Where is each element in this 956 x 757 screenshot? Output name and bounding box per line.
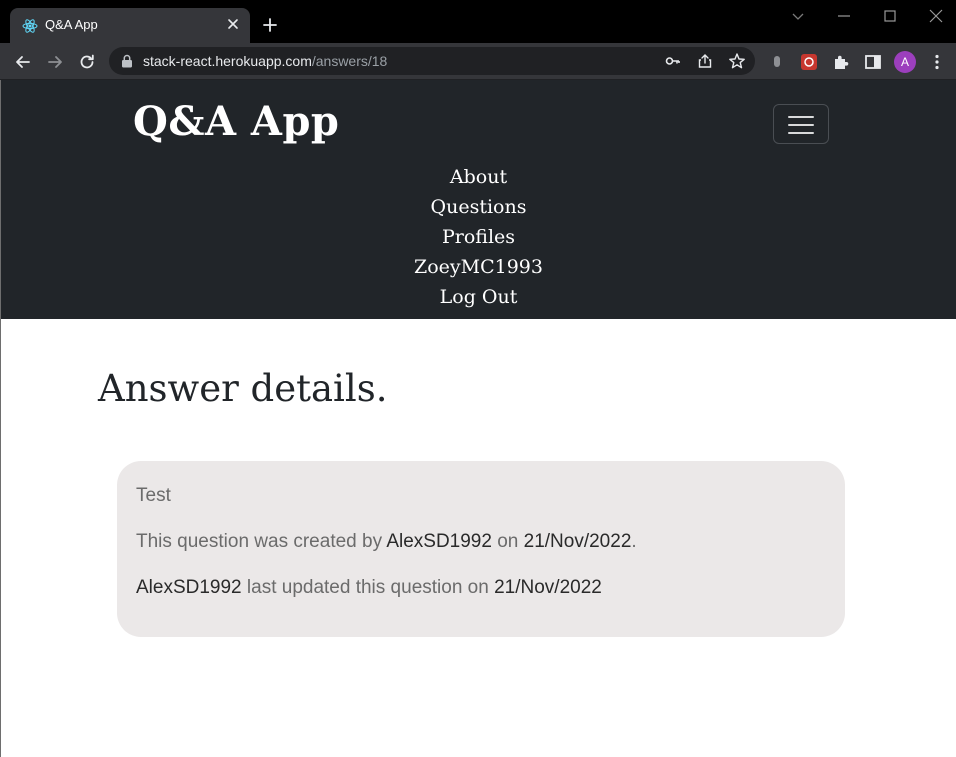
navbar-toggler-button[interactable] [773, 104, 829, 144]
site-navbar: Q&A App About Questions Profiles ZoeyMC1… [1, 80, 956, 319]
extension-mouse-icon[interactable] [767, 52, 787, 72]
minimize-icon[interactable] [836, 8, 852, 24]
close-window-icon[interactable] [928, 8, 944, 24]
nav-link-profiles[interactable]: Profiles [442, 226, 515, 248]
nav-item-user: ZoeyMC1993 [1, 252, 956, 282]
created-date: 21/Nov/2022 [523, 531, 632, 552]
close-tab-icon[interactable] [225, 16, 241, 32]
hamburger-icon [788, 116, 814, 118]
maximize-icon[interactable] [882, 8, 898, 24]
nav-menu: About Questions Profiles ZoeyMC1993 Log … [1, 162, 956, 312]
created-info: This question was created by AlexSD1992 … [136, 531, 637, 553]
reload-icon[interactable] [77, 52, 97, 72]
created-prefix: This question was created by [136, 531, 387, 552]
updated-mid: last updated this question on [241, 577, 495, 598]
profile-avatar[interactable]: A [894, 51, 916, 73]
menu-kebab-icon[interactable] [927, 52, 947, 72]
forward-icon[interactable] [45, 52, 65, 72]
created-suffix: . [631, 531, 637, 552]
answer-card: Test This question was created by AlexSD… [117, 461, 845, 637]
nav-item-logout: Log Out [1, 282, 956, 312]
browser-toolbar: stack-react.herokuapp.com/answers/18 A [0, 43, 956, 80]
nav-item-questions: Questions [1, 192, 956, 222]
nav-item-about: About [1, 162, 956, 192]
hamburger-icon [788, 124, 814, 126]
created-by-author: AlexSD1992 [386, 531, 492, 552]
tab-title: Q&A App [45, 17, 98, 32]
hamburger-icon [788, 132, 814, 134]
nav-link-user[interactable]: ZoeyMC1993 [414, 256, 543, 278]
nav-link-logout[interactable]: Log Out [440, 286, 518, 308]
brand-logo[interactable]: Q&A App [133, 98, 339, 145]
key-icon[interactable] [664, 52, 682, 70]
updated-by-author: AlexSD1992 [136, 577, 242, 598]
extension-app-icon[interactable] [799, 52, 819, 72]
url-text[interactable]: stack-react.herokuapp.com/answers/18 [143, 53, 387, 69]
address-bar[interactable]: stack-react.herokuapp.com/answers/18 [109, 47, 755, 75]
react-icon [22, 19, 38, 33]
bookmark-star-icon[interactable] [728, 52, 746, 70]
side-panel-icon[interactable] [863, 52, 883, 72]
nav-link-questions[interactable]: Questions [431, 196, 527, 218]
lock-icon[interactable] [121, 54, 133, 68]
created-mid: on [491, 531, 524, 552]
page-title: Answer details. [98, 367, 388, 410]
tab-search-icon[interactable] [790, 8, 806, 24]
page-content: Q&A App About Questions Profiles ZoeyMC1… [0, 80, 956, 757]
url-path: /answers/18 [311, 53, 388, 69]
nav-item-profiles: Profiles [1, 222, 956, 252]
share-icon[interactable] [696, 52, 714, 70]
updated-info: AlexSD1992 last updated this question on… [136, 577, 602, 599]
nav-link-about[interactable]: About [450, 166, 507, 188]
answer-body: Test [136, 485, 171, 506]
back-icon[interactable] [13, 52, 33, 72]
url-host: stack-react.herokuapp.com [143, 53, 312, 69]
browser-tab[interactable]: Q&A App [10, 8, 250, 43]
updated-date: 21/Nov/2022 [494, 577, 602, 598]
browser-tab-strip: Q&A App [0, 0, 956, 43]
new-tab-icon[interactable] [262, 17, 278, 33]
extensions-puzzle-icon[interactable] [831, 52, 851, 72]
